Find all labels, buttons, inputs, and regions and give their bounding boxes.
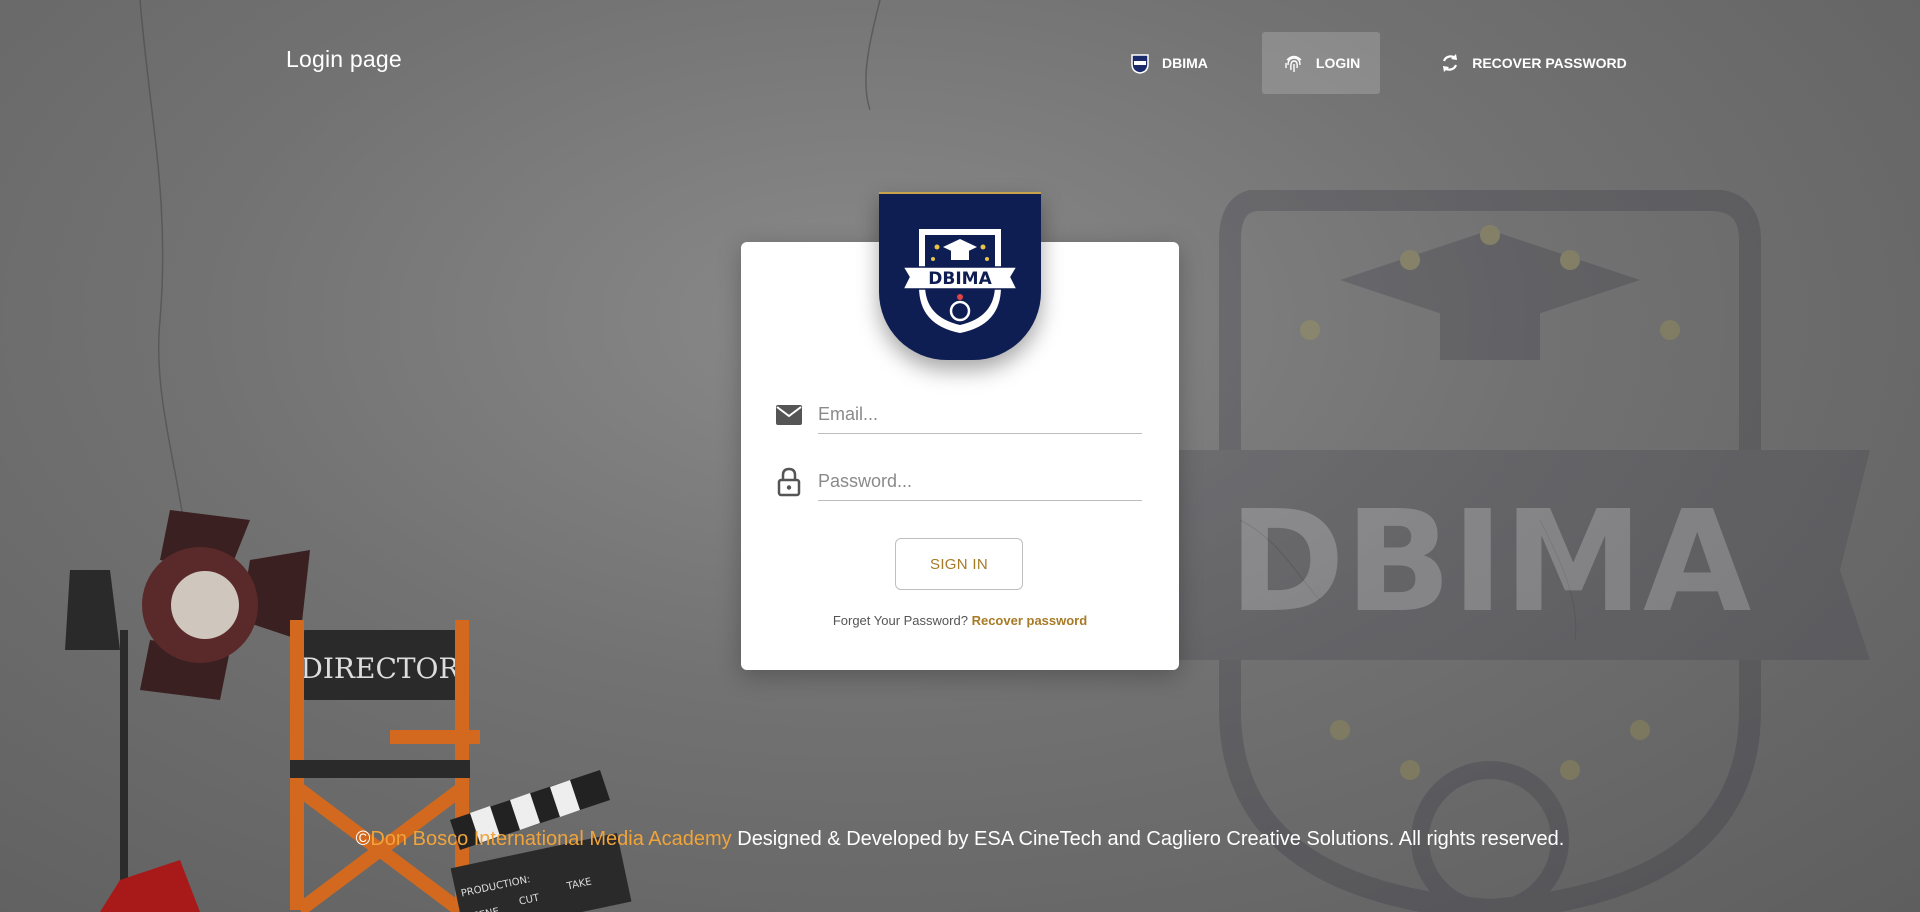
copyright-symbol: © (356, 828, 371, 850)
nav-login[interactable]: LOGIN (1262, 32, 1380, 94)
mail-icon (772, 398, 806, 432)
nav-dbima-label: DBIMA (1162, 55, 1208, 71)
footer-credits: Designed & Developed by ESA CineTech and… (732, 828, 1565, 850)
watermark-text: DBIMA (1229, 481, 1752, 644)
nav-recover-password-label: RECOVER PASSWORD (1472, 55, 1627, 71)
academy-link[interactable]: Don Bosco International Media Academy (370, 828, 731, 850)
email-input[interactable] (818, 395, 1142, 434)
password-input[interactable] (818, 462, 1142, 501)
sign-in-button[interactable]: SIGN IN (895, 538, 1023, 590)
megaphone-icon (100, 860, 200, 912)
logo-text: DBIMA (928, 269, 992, 289)
forgot-password-line: Forget Your Password? Recover password (741, 613, 1179, 628)
refresh-icon (1438, 51, 1462, 75)
director-chair-icon: DIRECTOR (290, 620, 480, 910)
footer: ©Don Bosco International Media Academy D… (0, 828, 1920, 851)
fingerprint-icon (1282, 51, 1306, 75)
crest-icon (1128, 51, 1152, 75)
spotlight-icon (65, 510, 310, 912)
forgot-password-text: Forget Your Password? (833, 613, 968, 628)
dbima-crest-icon: DBIMA (899, 217, 1021, 337)
nav-login-label: LOGIN (1316, 55, 1360, 71)
login-page: DBIMA DIRECTOR (0, 0, 1920, 912)
background-crest-watermark: DBIMA (1110, 190, 1870, 912)
recover-password-link[interactable]: Recover password (972, 613, 1088, 628)
dbima-logo: DBIMA (879, 192, 1041, 360)
lock-icon (772, 465, 806, 499)
page-title: Login page (286, 46, 402, 73)
nav-dbima[interactable]: DBIMA (1108, 32, 1228, 94)
top-navbar: Login page DBIMA LOGIN (0, 0, 1920, 124)
director-chair-text: DIRECTOR (300, 652, 460, 685)
main-nav: DBIMA LOGIN RECOVER PAS (1108, 32, 1647, 94)
password-field-row (772, 461, 1142, 501)
nav-recover-password[interactable]: RECOVER PASSWORD (1418, 32, 1647, 94)
email-field-row (772, 394, 1142, 434)
